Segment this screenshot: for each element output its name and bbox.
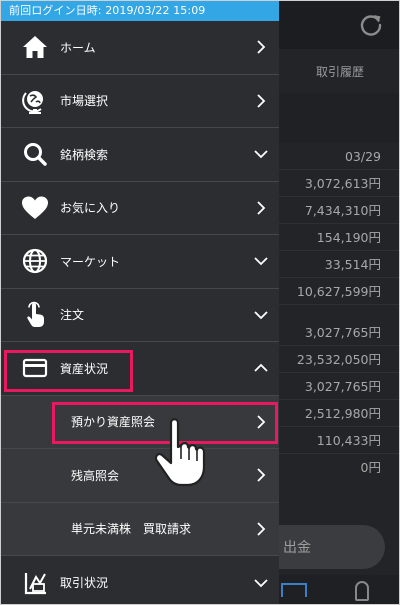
background-value: 33,514円 [279,251,399,278]
menu-item-label: マーケット [60,254,121,269]
background-date: 03/29 [279,143,399,170]
submenu-item-odd-lot-buyback[interactable]: 単元未満株 買取請求 [1,502,279,556]
submenu-item-balance[interactable]: 残高照会 [1,449,279,503]
globe-icon [21,247,49,275]
heart-icon [21,194,49,222]
chevron-right-icon [257,201,266,215]
highlight-asset-status [4,350,133,392]
home-icon [21,33,49,61]
tab-icon[interactable] [281,583,307,597]
background-value: 10,627,599円 [279,278,399,305]
background-value: 23,532,050円 [279,346,399,373]
chevron-right-icon [257,94,266,108]
menu-item-label: 市場選択 [60,94,109,109]
chart-note-icon [21,569,49,597]
chevron-down-icon [254,311,268,320]
bottom-tab-bar [279,575,399,604]
last-login-bar: 前回ログイン日時: 2019/03/22 15:09 [1,1,279,21]
menu-item-label: 銘柄検索 [60,147,109,162]
pointer-hand-icon [154,418,206,487]
menu-item-label: お気に入り [60,201,121,216]
withdraw-button-label: 出金 [283,540,311,556]
tap-hand-icon [21,301,49,329]
submenu-item-label: 単元未満株 買取請求 [71,522,192,537]
chevron-down-icon [254,257,268,266]
chevron-right-icon [257,468,266,482]
background-value: 7,434,310円 [279,197,399,224]
navigation-drawer: 前回ログイン日時: 2019/03/22 15:09 ホーム 市場選択 銘柄検索 [1,1,279,604]
withdraw-button[interactable]: 出金 [279,525,385,569]
search-icon [21,140,49,168]
background-value: 0円 [360,460,381,475]
background-value: 3,072,613円 [279,170,399,197]
chevron-down-icon [254,579,268,588]
chevron-right-icon [257,40,266,54]
chevron-up-icon [254,363,268,372]
menu-item-label: 注文 [60,308,85,323]
background-value: 154,190円 [279,224,399,251]
tab-icon[interactable] [355,581,369,601]
menu-item-trade-status[interactable]: 取引状況 [1,556,279,604]
globe-stand-icon [21,87,49,115]
submenu-item-label: 残高照会 [71,468,120,483]
menu-item-market-select[interactable]: 市場選択 [1,75,279,128]
background-value: 3,027,765円 [279,373,399,400]
menu-item-label: ホーム [60,40,96,55]
menu-item-label: 取引状況 [60,576,109,591]
app-frame: 取引履歴 03/29 3,072,613円 7,434,310円 154,190… [0,0,400,605]
chevron-right-icon [257,522,266,536]
menu-item-order[interactable]: 注文 [1,289,279,342]
menu-item-favorites[interactable]: お気に入り [1,182,279,235]
chevron-down-icon [254,150,268,159]
menu-item-home[interactable]: ホーム [1,21,279,75]
background-value: 2,512,980円 [279,400,399,427]
background-value: 3,027,765円 [279,319,399,346]
refresh-icon[interactable] [358,12,384,38]
background-subheader [279,93,399,143]
tab-trade-history[interactable]: 取引履歴 [281,49,399,93]
background-value: 110,433円 [279,427,399,454]
menu-item-stock-search[interactable]: 銘柄検索 [1,128,279,182]
menu-item-market[interactable]: マーケット [1,235,279,289]
